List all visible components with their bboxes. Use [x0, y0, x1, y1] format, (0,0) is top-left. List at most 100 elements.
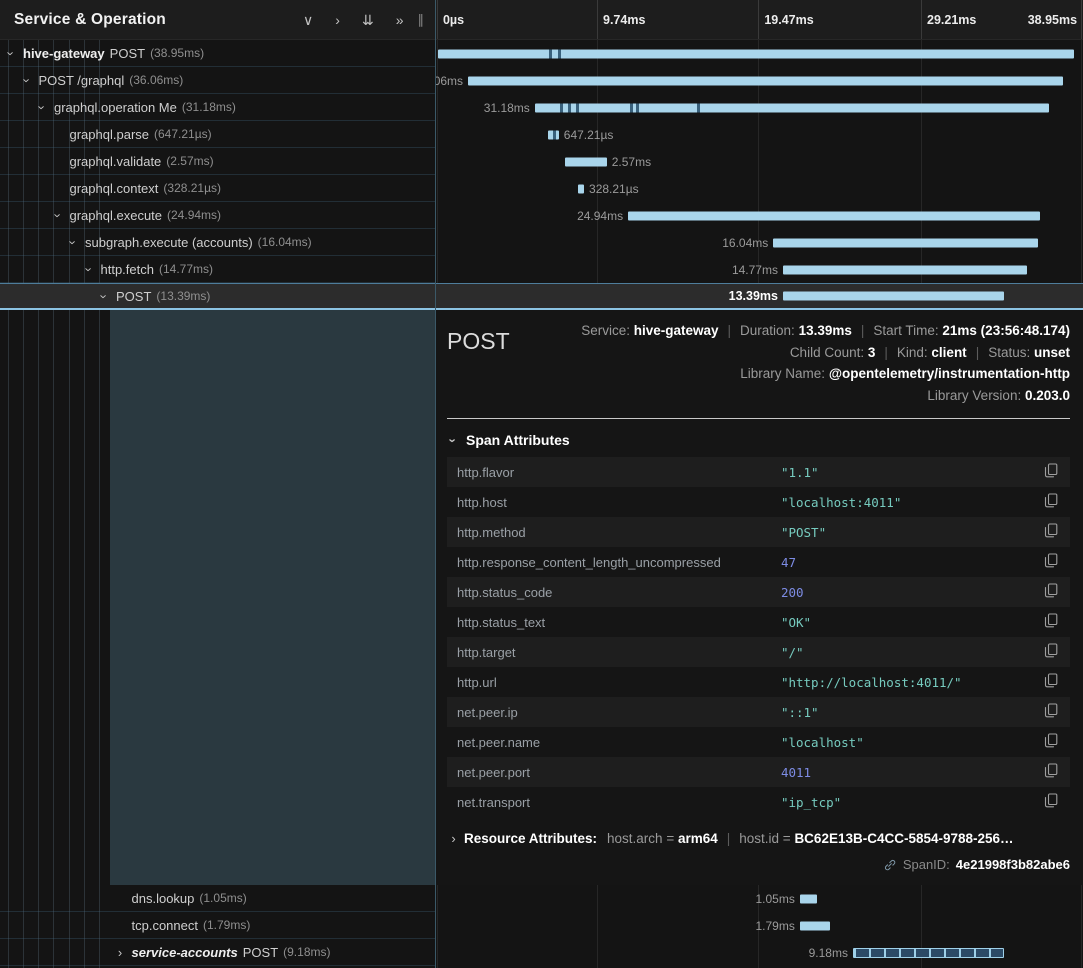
span-attributes-title: Span Attributes — [466, 432, 570, 448]
span-timeline-cell: 24.94ms — [435, 202, 1083, 229]
span-attributes-table: http.flavor"1.1" http.host"localhost:401… — [447, 457, 1070, 817]
ruler-tick: 0µs — [437, 0, 438, 39]
ruler-tick: 9.74ms — [597, 0, 598, 39]
timeline-ruler: 0µs9.74ms19.47ms29.21ms38.95ms — [435, 0, 1083, 39]
span-bar[interactable] — [548, 130, 559, 139]
span-row[interactable]: ›subgraph.execute (accounts)(16.04ms)16.… — [0, 229, 1083, 256]
span-tree-cell: ›graphql.context(328.21µs) — [0, 175, 435, 202]
expander-down-icon[interactable]: › — [5, 46, 18, 61]
bar-tick — [560, 103, 563, 112]
span-row[interactable]: ›POST(13.39ms)13.39ms — [0, 283, 1083, 310]
span-bar[interactable] — [800, 894, 817, 903]
span-bar[interactable] — [783, 265, 1027, 274]
tree-panel-header: Service & Operation ∨ › ⇊ » ∥ — [0, 0, 435, 39]
span-row[interactable]: ›graphql.execute(24.94ms)24.94ms — [0, 202, 1083, 229]
attribute-copy-cell — [1032, 517, 1070, 547]
span-duration-label: 36.06ms — [435, 74, 463, 88]
attribute-row: http.target"/" — [447, 637, 1070, 667]
attribute-key: net.peer.name — [447, 727, 771, 757]
expander-down-icon[interactable]: › — [36, 100, 49, 115]
expander-down-icon[interactable]: › — [21, 73, 34, 88]
span-bar[interactable] — [578, 184, 584, 193]
span-bar[interactable] — [438, 49, 1074, 58]
collapse-one-icon[interactable]: ∨ — [303, 13, 313, 27]
copy-icon[interactable] — [1042, 703, 1060, 721]
operation-name: graphql.operation Me — [54, 100, 177, 115]
panel-resize-handle[interactable]: ∥ — [418, 12, 426, 28]
span-duration-label: 328.21µs — [589, 182, 639, 196]
bar-tick — [568, 103, 571, 112]
copy-icon[interactable] — [1042, 733, 1060, 751]
operation-name: graphql.execute — [70, 208, 163, 223]
expander-down-icon[interactable]: › — [52, 208, 65, 223]
span-row[interactable]: ›service-accountsPOST(9.18ms)9.18ms — [0, 939, 1083, 966]
bar-tick — [697, 103, 700, 112]
span-row[interactable]: ›graphql.parse(647.21µs)647.21µs — [0, 121, 1083, 148]
collapse-all-icon[interactable]: ⇊ — [362, 13, 374, 27]
span-bar[interactable] — [628, 211, 1039, 220]
span-tree-cell: ›tcp.connect(1.79ms) — [0, 912, 435, 939]
span-duration: (2.57ms) — [166, 154, 213, 168]
detail-meta-line: Library Name: @opentelemetry/instrumenta… — [581, 363, 1070, 385]
copy-icon[interactable] — [1042, 463, 1060, 481]
copy-icon[interactable] — [1042, 643, 1060, 661]
operation-name: graphql.parse — [70, 127, 150, 142]
ruler-tick-label: 0µs — [443, 13, 464, 27]
span-duration: (9.18ms) — [283, 945, 330, 959]
ruler-tick-label: 38.95ms — [1028, 13, 1077, 27]
copy-icon[interactable] — [1042, 673, 1060, 691]
span-row[interactable]: ›graphql.validate(2.57ms)2.57ms — [0, 148, 1083, 175]
expander-down-icon[interactable]: › — [67, 235, 80, 250]
span-bar[interactable] — [535, 103, 1049, 112]
span-bar[interactable] — [565, 157, 607, 166]
attribute-value: "::1" — [771, 697, 1032, 727]
span-bar[interactable] — [773, 238, 1038, 247]
panel-title: Service & Operation — [14, 11, 303, 29]
detail-header: POST Service: hive-gateway|Duration: 13.… — [447, 320, 1070, 406]
span-tree-cell: ›graphql.parse(647.21µs) — [0, 121, 435, 148]
operation-name: graphql.validate — [70, 154, 162, 169]
copy-icon[interactable] — [1042, 553, 1060, 571]
copy-icon[interactable] — [1042, 763, 1060, 781]
expand-one-icon[interactable]: › — [335, 13, 340, 27]
span-row[interactable]: ›POST /graphql(36.06ms)36.06ms — [0, 67, 1083, 94]
meta-value: 0.203.0 — [1025, 388, 1070, 403]
panel-divider[interactable] — [435, 0, 436, 968]
span-attributes-header[interactable]: › Span Attributes — [447, 432, 1070, 448]
attribute-copy-cell — [1032, 787, 1070, 817]
span-bar[interactable] — [468, 76, 1063, 85]
separator: | — [728, 323, 732, 338]
span-row[interactable]: ›dns.lookup(1.05ms)1.05ms — [0, 885, 1083, 912]
copy-icon[interactable] — [1042, 583, 1060, 601]
bar-tick — [636, 103, 639, 112]
span-timeline-cell: 1.79ms — [435, 912, 1083, 939]
span-row[interactable]: ›hive-gatewayPOST(38.95ms) — [0, 40, 1083, 67]
span-row[interactable]: ›tcp.connect(1.79ms)1.79ms — [0, 912, 1083, 939]
attribute-copy-cell — [1032, 457, 1070, 487]
span-bar[interactable] — [800, 921, 830, 930]
operation-name: dns.lookup — [132, 891, 195, 906]
service-name: service-accounts — [132, 945, 238, 960]
copy-icon[interactable] — [1042, 493, 1060, 511]
span-bar[interactable] — [783, 292, 1004, 301]
copy-icon[interactable] — [1042, 793, 1060, 811]
span-timeline-cell — [435, 40, 1083, 67]
span-bar[interactable] — [853, 948, 1004, 958]
span-duration-label: 31.18ms — [484, 101, 530, 115]
span-timeline-cell: 2.57ms — [435, 148, 1083, 175]
expander-right-icon[interactable]: › — [114, 945, 127, 960]
span-row[interactable]: ›http.fetch(14.77ms)14.77ms — [0, 256, 1083, 283]
resource-key: host.id — [739, 831, 779, 846]
attribute-key: http.host — [447, 487, 771, 517]
attribute-row: http.response_content_length_uncompresse… — [447, 547, 1070, 577]
expander-down-icon[interactable]: › — [83, 262, 96, 277]
resource-attributes-row[interactable]: › Resource Attributes: host.arch = arm64… — [447, 831, 1070, 846]
copy-icon[interactable] — [1042, 613, 1060, 631]
expander-down-icon[interactable]: › — [98, 289, 111, 304]
service-name: hive-gateway — [23, 46, 105, 61]
expand-all-icon[interactable]: » — [396, 13, 404, 27]
span-row[interactable]: ›graphql.context(328.21µs) 328.21µs — [0, 175, 1083, 202]
span-row[interactable]: ›graphql.operation Me(31.18ms)31.18ms — [0, 94, 1083, 121]
attribute-row: net.transport"ip_tcp" — [447, 787, 1070, 817]
copy-icon[interactable] — [1042, 523, 1060, 541]
